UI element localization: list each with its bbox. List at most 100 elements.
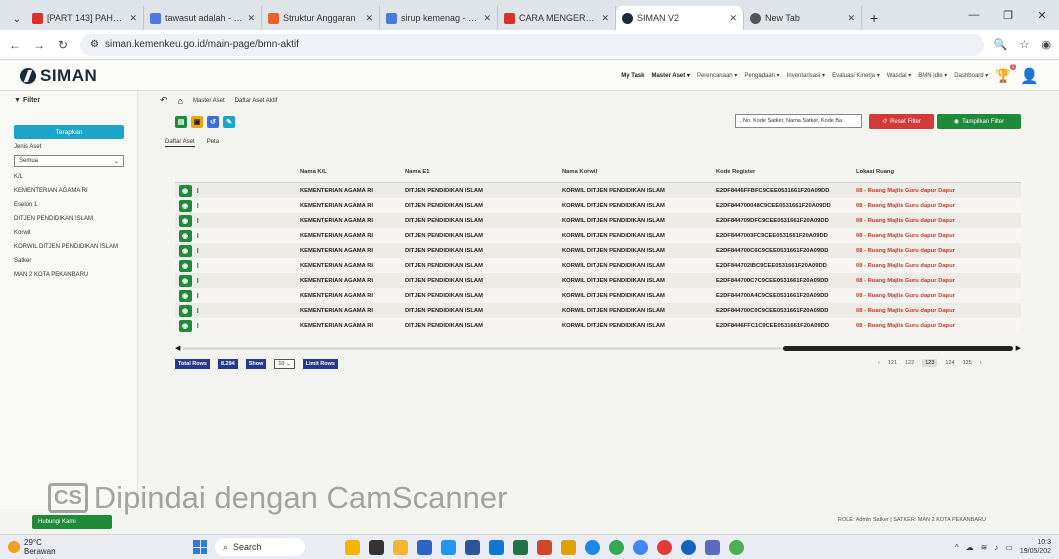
chrome-icon[interactable]: [609, 539, 624, 555]
nav-perencanaan[interactable]: Perencanaan ▾: [697, 72, 737, 79]
browser-tab-active[interactable]: SIMAN V2 ✕: [616, 6, 744, 30]
kl-value[interactable]: KEMENTERIAN AGAMA RI: [14, 187, 123, 195]
apply-filter-button[interactable]: Terapkan: [14, 125, 124, 139]
excel-icon[interactable]: [513, 539, 528, 555]
weather-widget[interactable]: 29°C Berawan: [8, 538, 193, 556]
korwil-value[interactable]: KORWIL DITJEN PENDIDIKAN ISLAM: [14, 243, 123, 251]
view-detail-eye-icon[interactable]: ◉: [178, 289, 192, 302]
edge-icon[interactable]: [585, 539, 600, 555]
close-window-icon[interactable]: ✕: [1025, 9, 1059, 22]
scroll-thumb[interactable]: [783, 345, 1014, 351]
close-tab-icon[interactable]: ✕: [847, 13, 855, 24]
page-link-current[interactable]: 123: [922, 359, 938, 367]
view-detail-eye-icon[interactable]: ◉: [178, 274, 192, 287]
battery-icon[interactable]: ▭: [1005, 543, 1013, 552]
col-nama-korwil[interactable]: Nama Korwil: [562, 169, 716, 175]
next-page-icon[interactable]: ›: [980, 360, 982, 366]
trophy-icon[interactable]: 🏆 1: [995, 63, 1017, 84]
scroll-right-icon[interactable]: ▶: [1016, 344, 1021, 352]
view-detail-eye-icon[interactable]: ◉: [178, 304, 192, 317]
eselon-value[interactable]: DITJEN PENDIDIKAN ISLAM: [14, 215, 123, 223]
close-tab-icon[interactable]: ✕: [601, 13, 609, 24]
view-detail-eye-icon[interactable]: ◉: [178, 259, 192, 272]
horizontal-scrollbar[interactable]: ◀ ▶: [175, 344, 1021, 352]
user-icon[interactable]: 👤: [1020, 67, 1039, 85]
show-filter-button[interactable]: ◉ Tampilkan Filter: [937, 114, 1021, 129]
reload-icon[interactable]: ↻: [56, 38, 70, 52]
taskbar-app-icon[interactable]: [681, 539, 696, 555]
clock[interactable]: 10:3 19/05/202: [1020, 538, 1051, 556]
windows-start-icon[interactable]: [193, 540, 207, 554]
browser-tab[interactable]: [PART 143] PAHAMI ✕: [26, 6, 144, 30]
volume-icon[interactable]: ♪: [994, 543, 998, 552]
rows-per-page-select[interactable]: 10 ⌄: [274, 359, 295, 369]
satker-value[interactable]: MAN 2 KOTA PEKANBARU: [14, 271, 123, 279]
page-link[interactable]: 122: [905, 360, 914, 366]
close-tab-icon[interactable]: ✕: [729, 13, 737, 24]
home-icon[interactable]: ⌂: [178, 96, 183, 106]
export-icon[interactable]: ▤: [175, 116, 187, 128]
back-icon[interactable]: ←: [8, 38, 22, 52]
url-field[interactable]: ⚙ siman.kemenkeu.go.id/main-page/bmn-akt…: [80, 33, 984, 56]
view-detail-eye-icon[interactable]: ◉: [178, 229, 192, 242]
scroll-track[interactable]: [183, 345, 1014, 351]
nav-dashboard[interactable]: Dashboard ▾: [954, 72, 988, 79]
taskbar-app-icon[interactable]: [417, 539, 432, 555]
edit-icon[interactable]: ✎: [223, 116, 235, 128]
maximize-icon[interactable]: ❐: [991, 9, 1025, 22]
zoom-icon[interactable]: 🔍: [994, 38, 1008, 51]
col-nama-kl[interactable]: Nama K/L: [300, 169, 405, 175]
reset-filter-button[interactable]: ↺ Reset Filter: [869, 114, 934, 129]
col-nama-e1[interactable]: Nama E1: [405, 169, 562, 175]
close-tab-icon[interactable]: ✕: [129, 13, 137, 24]
search-input[interactable]: , No. Kode Satker, Nama Satker, Kode Ba: [735, 114, 862, 128]
new-tab-button[interactable]: +: [862, 6, 886, 30]
browser-tab[interactable]: New Tab ✕: [744, 6, 862, 30]
tab-daftar-aset[interactable]: Daftar Aset: [165, 139, 195, 147]
profile-icon[interactable]: ◉: [1041, 38, 1051, 51]
col-lokasi-ruang[interactable]: Lokasi Ruang: [856, 169, 1021, 175]
taskbar-app-icon[interactable]: [441, 539, 456, 555]
taskbar-app-icon[interactable]: [705, 539, 720, 555]
site-info-icon[interactable]: ⚙: [90, 39, 99, 50]
chrome-icon[interactable]: [729, 539, 744, 555]
prev-page-icon[interactable]: ‹: [878, 360, 880, 366]
wifi-icon[interactable]: ≋: [981, 543, 988, 552]
word-icon[interactable]: [465, 539, 480, 555]
cloud-icon[interactable]: ☁: [966, 543, 974, 552]
page-link[interactable]: 125: [963, 360, 972, 366]
page-link[interactable]: 124: [945, 360, 954, 366]
breadcrumb-master-aset[interactable]: Master Aset: [193, 98, 225, 104]
chevron-up-icon[interactable]: ^: [955, 543, 959, 552]
chrome-icon[interactable]: [633, 539, 648, 555]
close-tab-icon[interactable]: ✕: [483, 13, 491, 24]
view-detail-eye-icon[interactable]: ◉: [178, 184, 192, 197]
nav-wasdal[interactable]: Wasdal ▾: [887, 72, 911, 79]
taskbar-search[interactable]: ⌕ Search: [215, 538, 305, 556]
nav-evaluasi-kinerja[interactable]: Evaluasi Kinerja ▾: [832, 72, 880, 79]
view-detail-eye-icon[interactable]: ◉: [178, 244, 192, 257]
nav-bmn-idle[interactable]: BMN idle ▾: [918, 72, 947, 79]
contact-button[interactable]: Hubungi Kami: [32, 515, 112, 529]
page-link[interactable]: 121: [888, 360, 897, 366]
forward-icon[interactable]: →: [32, 38, 46, 52]
taskbar-app-icon[interactable]: [489, 539, 504, 555]
nav-pengadaan[interactable]: Pengadaan ▾: [744, 72, 779, 79]
scroll-left-icon[interactable]: ◀: [175, 344, 180, 352]
file-explorer-icon[interactable]: [393, 539, 408, 555]
view-detail-eye-icon[interactable]: ◉: [178, 199, 192, 212]
taskbar-app-icon[interactable]: [345, 539, 360, 555]
close-tab-icon[interactable]: ✕: [247, 13, 255, 24]
close-tab-icon[interactable]: ✕: [365, 13, 373, 24]
browser-tab[interactable]: CARA MENGERJAKAN✕: [498, 6, 616, 30]
col-kode-register[interactable]: Kode Register: [716, 169, 856, 175]
taskbar-app-icon[interactable]: [369, 539, 384, 555]
nav-my-task[interactable]: My Task: [621, 73, 644, 79]
print-icon[interactable]: ▣: [191, 116, 203, 128]
back-arrow-icon[interactable]: ↶: [160, 95, 168, 106]
browser-tab[interactable]: tawasut adalah - Goo ✕: [144, 6, 262, 30]
jenis-aset-select[interactable]: Semua ⌄: [14, 155, 124, 167]
bookmark-star-icon[interactable]: ☆: [1020, 38, 1030, 51]
minimize-icon[interactable]: —: [957, 9, 991, 21]
refresh-icon[interactable]: ↺: [207, 116, 219, 128]
